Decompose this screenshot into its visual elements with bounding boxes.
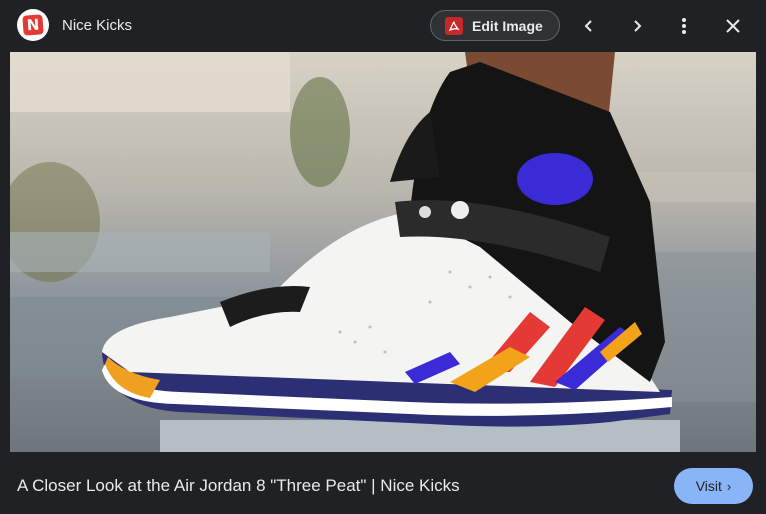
edit-image-label: Edit Image [472,17,543,34]
sneaker-image[interactable] [10,52,756,452]
site-logo[interactable]: N [17,9,49,41]
visit-label: Visit [695,478,722,494]
sneaker-photo-illustration [10,52,756,452]
chevron-right-icon: › [726,478,732,494]
top-bar: N Nice Kicks Edit Image [0,0,766,52]
more-vert-icon [682,18,686,34]
logo-letter: N [22,14,44,36]
image-caption[interactable]: A Closer Look at the Air Jordan 8 "Three… [17,476,460,496]
visit-button[interactable]: Visit › [674,468,753,504]
pdf-icon [445,16,463,35]
previous-button[interactable] [575,12,603,40]
close-button[interactable] [719,12,747,40]
more-options-button[interactable] [670,12,698,40]
close-icon [726,19,740,33]
site-name[interactable]: Nice Kicks [62,17,132,34]
chevron-left-icon [584,20,592,32]
chevron-right-icon [634,20,642,32]
edit-image-button[interactable]: Edit Image [430,10,560,41]
next-button[interactable] [623,12,651,40]
